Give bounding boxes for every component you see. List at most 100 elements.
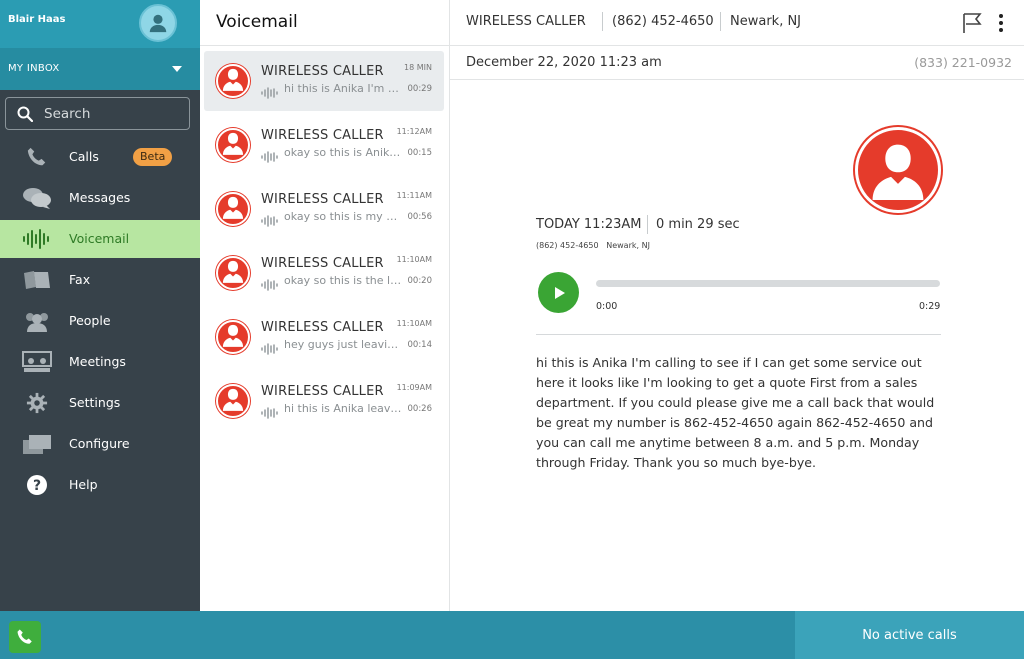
voicemail-list-item[interactable]: WIRELESS CALLER 18 MIN hi this is Anika I'… (204, 51, 444, 111)
dialer-button[interactable] (9, 621, 41, 653)
sidebar-item-label: Help (69, 477, 98, 492)
phone-icon (22, 146, 52, 168)
small-location: Newark, NJ (606, 241, 650, 250)
person-icon (222, 387, 244, 415)
sidebar-item-configure[interactable]: Configure (0, 425, 200, 463)
divider (720, 12, 721, 31)
sidebar-item-voicemail[interactable]: Voicemail (0, 220, 200, 258)
transcript-snippet: okay so this is Anika again (284, 146, 402, 159)
voicemail-wave-icon (261, 340, 279, 359)
chat-bubbles-icon (22, 187, 52, 209)
user-name: Blair Haas (8, 14, 66, 25)
caller-avatar (216, 192, 250, 226)
people-icon (22, 310, 52, 332)
chevron-down-icon (172, 66, 182, 72)
sidebar-item-fax[interactable]: Fax (0, 261, 200, 299)
voicemail-duration: 00:15 (407, 148, 433, 158)
sidebar-item-label: Meetings (69, 354, 126, 369)
inbox-selector[interactable]: MY INBOX (0, 48, 200, 90)
search-icon (17, 106, 33, 122)
transcript-snippet: okay so this is my final message (284, 210, 402, 223)
sidebar-item-help[interactable]: ? Help (0, 466, 200, 504)
transcript-snippet: hey guys just leaving a message (284, 338, 402, 351)
meetings-icon (22, 351, 52, 373)
playback-progress-bar[interactable] (596, 280, 940, 287)
sidebar-item-messages[interactable]: Messages (0, 179, 200, 217)
sidebar-item-label: People (69, 313, 111, 328)
gear-icon (22, 392, 52, 414)
list-header: Voicemail (200, 0, 449, 46)
sidebar-item-calls[interactable]: Calls Beta (0, 138, 200, 176)
sidebar-item-meetings[interactable]: Meetings (0, 343, 200, 381)
voicemail-received-time: TODAY 11:23AM (536, 217, 642, 232)
person-icon (222, 131, 244, 159)
user-header[interactable]: Blair Haas (0, 0, 200, 48)
user-avatar[interactable] (139, 4, 177, 42)
person-icon (222, 323, 244, 351)
sidebar-item-label: Calls (69, 149, 99, 164)
sidebar-item-settings[interactable]: Settings (0, 384, 200, 422)
voicemail-date: December 22, 2020 11:23 am (466, 55, 662, 70)
voicemail-wave-icon (261, 404, 279, 423)
detail-header: WIRELESS CALLER (862) 452-4650 Newark, N… (450, 0, 1024, 46)
sidebar-item-label: Fax (69, 272, 91, 287)
small-phone: (862) 452-4650 (536, 241, 599, 250)
person-icon (222, 259, 244, 287)
call-bar: No active calls (0, 611, 1024, 659)
destination-number: (833) 221-0932 (914, 55, 1012, 70)
received-time: 11:11AM (396, 191, 432, 200)
transcript-snippet: hi this is Anika I'm calling to see if I… (284, 82, 402, 95)
transcript-snippet: hi this is Anika leaving a message (284, 402, 402, 415)
beta-badge: Beta (133, 148, 173, 166)
more-options-icon[interactable] (997, 13, 1005, 33)
voicemail-duration: 00:20 (407, 276, 433, 286)
voicemail-list-item[interactable]: WIRELESS CALLER 11:10AM okay so this is th… (204, 243, 444, 303)
voicemail-duration: 00:56 (407, 212, 433, 222)
voicemail-wave-icon (261, 276, 279, 295)
person-icon (222, 195, 244, 223)
fax-icon (22, 269, 52, 291)
caller-name: WIRELESS CALLER (466, 14, 586, 29)
person-icon (872, 144, 924, 200)
search-placeholder: Search (44, 106, 91, 122)
caller-avatar (216, 256, 250, 290)
voicemail-detail-pane: WIRELESS CALLER (862) 452-4650 Newark, N… (450, 0, 1024, 611)
sidebar-item-label: Settings (69, 395, 121, 410)
sidebar-item-label: Voicemail (69, 231, 130, 246)
play-button[interactable] (538, 272, 579, 313)
caller-info-small: (862) 452-4650 Newark, NJ (536, 241, 650, 250)
caller-name: WIRELESS CALLER (261, 192, 384, 207)
voicemail-list-item[interactable]: WIRELESS CALLER 11:12AM okay so this is An… (204, 115, 444, 175)
received-time: 11:10AM (396, 255, 432, 264)
caller-name: WIRELESS CALLER (261, 256, 384, 271)
voicemail-duration: 00:14 (407, 340, 433, 350)
voicemail-transcript: hi this is Anika I'm calling to see if I… (536, 355, 935, 470)
voicemail-list-item[interactable]: WIRELESS CALLER 11:10AM hey guys just leav… (204, 307, 444, 367)
voicemail-list-item[interactable]: WIRELESS CALLER 11:09AM hi this is Anika l… (204, 371, 444, 431)
detail-subheader: December 22, 2020 11:23 am (833) 221-093… (450, 46, 1024, 80)
phone-icon (17, 629, 32, 644)
sidebar-item-label: Configure (69, 436, 130, 451)
received-time: 11:12AM (396, 127, 432, 136)
voicemail-list-pane: Voicemail WIRELESS CALLER 18 MIN hi this i… (200, 0, 450, 611)
caller-name: WIRELESS CALLER (261, 64, 384, 79)
person-icon (222, 67, 244, 95)
voicemail-length: 0 min 29 sec (656, 217, 740, 232)
page-title: Voicemail (216, 12, 298, 32)
inbox-label: MY INBOX (8, 63, 60, 74)
search-input[interactable]: Search (5, 97, 190, 130)
divider (647, 215, 648, 234)
caller-avatar (855, 127, 941, 213)
voicemail-list-item[interactable]: WIRELESS CALLER 11:11AM okay so this is my… (204, 179, 444, 239)
received-time: 11:09AM (396, 383, 432, 392)
sidebar-item-people[interactable]: People (0, 302, 200, 340)
caller-avatar (216, 384, 250, 418)
caller-name: WIRELESS CALLER (261, 384, 384, 399)
caller-phone: (862) 452-4650 (612, 14, 714, 29)
transcript-snippet: okay so this is the last one (284, 274, 402, 287)
divider (602, 12, 603, 31)
playback-total-time: 0:29 (919, 301, 941, 312)
received-time: 18 MIN (404, 63, 432, 72)
flag-icon[interactable] (962, 12, 982, 34)
caller-location: Newark, NJ (730, 14, 802, 29)
